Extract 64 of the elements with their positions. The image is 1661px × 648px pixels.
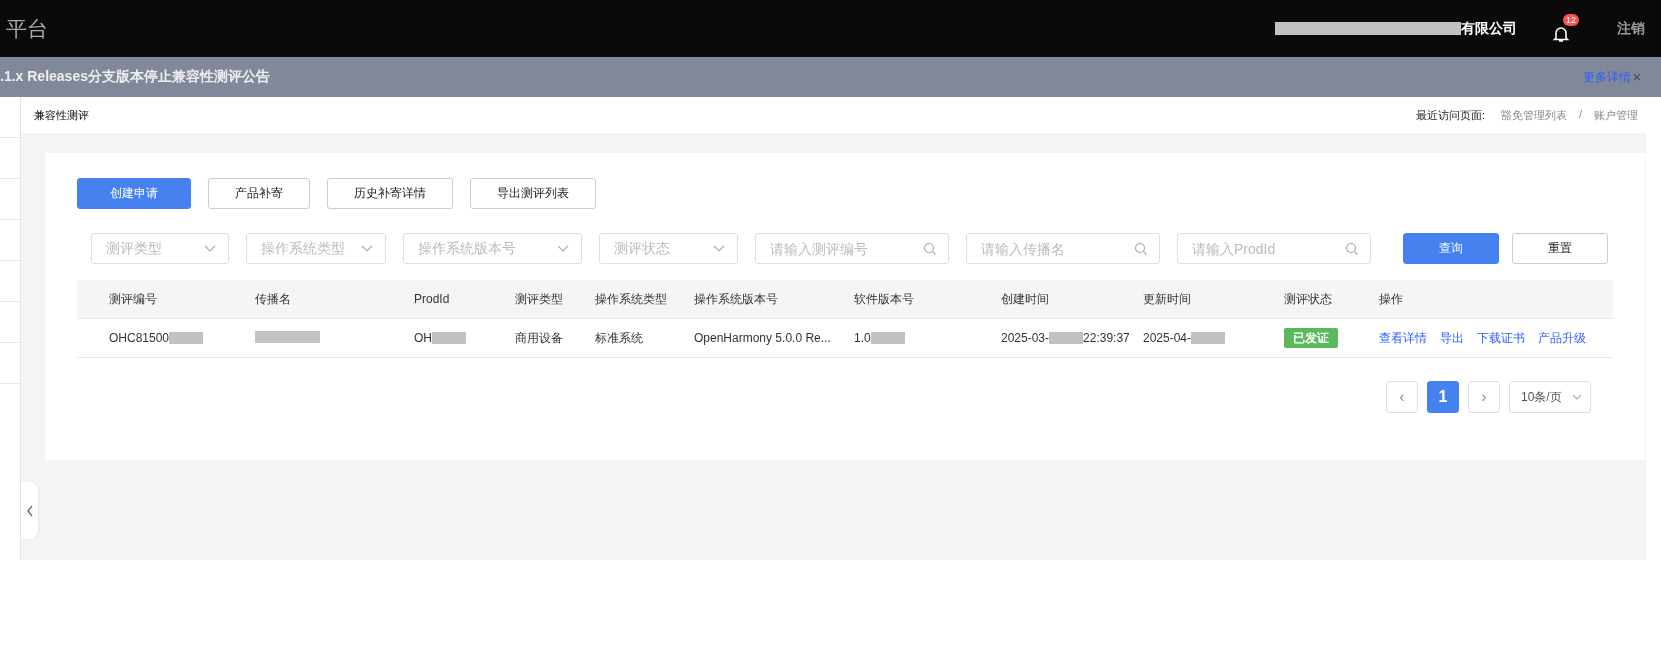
column-header: 操作 — [1379, 291, 1403, 306]
filter-select[interactable]: 测评类型 — [91, 233, 229, 264]
table-cell: 商用设备 — [515, 329, 563, 347]
filter-select[interactable]: 测评状态 — [599, 233, 738, 264]
breadcrumb-separator: / — [1578, 107, 1582, 122]
previous-page-button[interactable]: ‹ — [1386, 381, 1418, 413]
status-badge: 已发证 — [1284, 327, 1338, 348]
action-button[interactable]: 创建申请 — [77, 178, 191, 209]
table-cell: OpenHarmony 5.0.0 Re... — [694, 331, 831, 345]
row-action-link[interactable]: 产品升级 — [1538, 329, 1586, 347]
column-header: ProdId — [414, 292, 450, 306]
chevron-down-icon — [1572, 394, 1582, 400]
action-button[interactable]: 导出测评列表 — [470, 178, 596, 209]
search-field[interactable]: 请输入测评编号 — [755, 233, 949, 264]
notification-bell[interactable]: 12 — [1551, 13, 1583, 44]
column-header: 传播名 — [255, 291, 291, 306]
table-cell: OHC81500 — [109, 331, 170, 345]
table-cell: 2025-03- — [1001, 331, 1050, 345]
logout-link[interactable]: 注销 — [1617, 19, 1645, 38]
column-header: 软件版本号 — [854, 291, 914, 306]
notice-text: .1.x Releases分支版本停止兼容性测评公告 — [0, 68, 270, 86]
table-cell: OH — [414, 331, 432, 345]
next-page-button[interactable]: › — [1468, 381, 1500, 413]
chevron-left-icon — [25, 504, 34, 517]
recent-page-link[interactable]: 账户管理 — [1594, 107, 1638, 123]
collapse-handle[interactable] — [21, 482, 38, 539]
filter-select[interactable]: 操作系统类型 — [246, 233, 386, 264]
chevron-down-icon — [204, 244, 216, 253]
notification-badge: 12 — [1563, 13, 1579, 26]
page-button[interactable]: 1 — [1427, 381, 1459, 413]
column-header: 操作系统版本号 — [694, 291, 778, 306]
search-icon — [1134, 241, 1148, 256]
chevron-down-icon — [361, 244, 373, 253]
column-header: 测评类型 — [515, 291, 563, 306]
company-name: 有限公司 — [1461, 19, 1517, 38]
column-header: 测评状态 — [1284, 291, 1332, 306]
row-action-link[interactable]: 查看详情 — [1379, 329, 1427, 347]
table-cell: 标准系统 — [595, 329, 643, 347]
action-button[interactable]: 历史补寄详情 — [327, 178, 453, 209]
query-button[interactable]: 查询 — [1403, 233, 1499, 264]
platform-title: 平台 — [6, 15, 48, 42]
close-button[interactable]: × — [1632, 69, 1641, 85]
chevron-down-icon — [713, 244, 725, 253]
table-cell: 1.0 — [854, 331, 871, 345]
search-icon — [1345, 241, 1359, 256]
page-title: 兼容性测评 — [34, 107, 89, 123]
table-cell: 22:39:37 — [1083, 331, 1130, 345]
recent-pages-label: 最近访问页面: — [1415, 107, 1485, 123]
row-action-link[interactable]: 下载证书 — [1477, 329, 1525, 347]
reset-button[interactable]: 重置 — [1512, 233, 1608, 264]
column-header: 更新时间 — [1143, 291, 1191, 306]
filter-select[interactable]: 操作系统版本号 — [403, 233, 582, 264]
table-cell: 2025-04- — [1143, 331, 1192, 345]
column-header: 测评编号 — [109, 291, 157, 306]
recent-page-link[interactable]: 豁免管理列表 — [1500, 107, 1567, 123]
chevron-down-icon — [557, 244, 569, 253]
page-size-select[interactable]: 10条/页 — [1509, 381, 1591, 413]
column-header: 创建时间 — [1001, 291, 1049, 306]
action-button[interactable]: 产品补寄 — [208, 178, 310, 209]
row-action-link[interactable]: 导出 — [1440, 329, 1464, 347]
search-field[interactable]: 请输入传播名 — [966, 233, 1160, 264]
column-header: 操作系统类型 — [595, 291, 667, 306]
search-icon — [923, 241, 937, 256]
search-field[interactable]: 请输入ProdId — [1177, 233, 1371, 264]
